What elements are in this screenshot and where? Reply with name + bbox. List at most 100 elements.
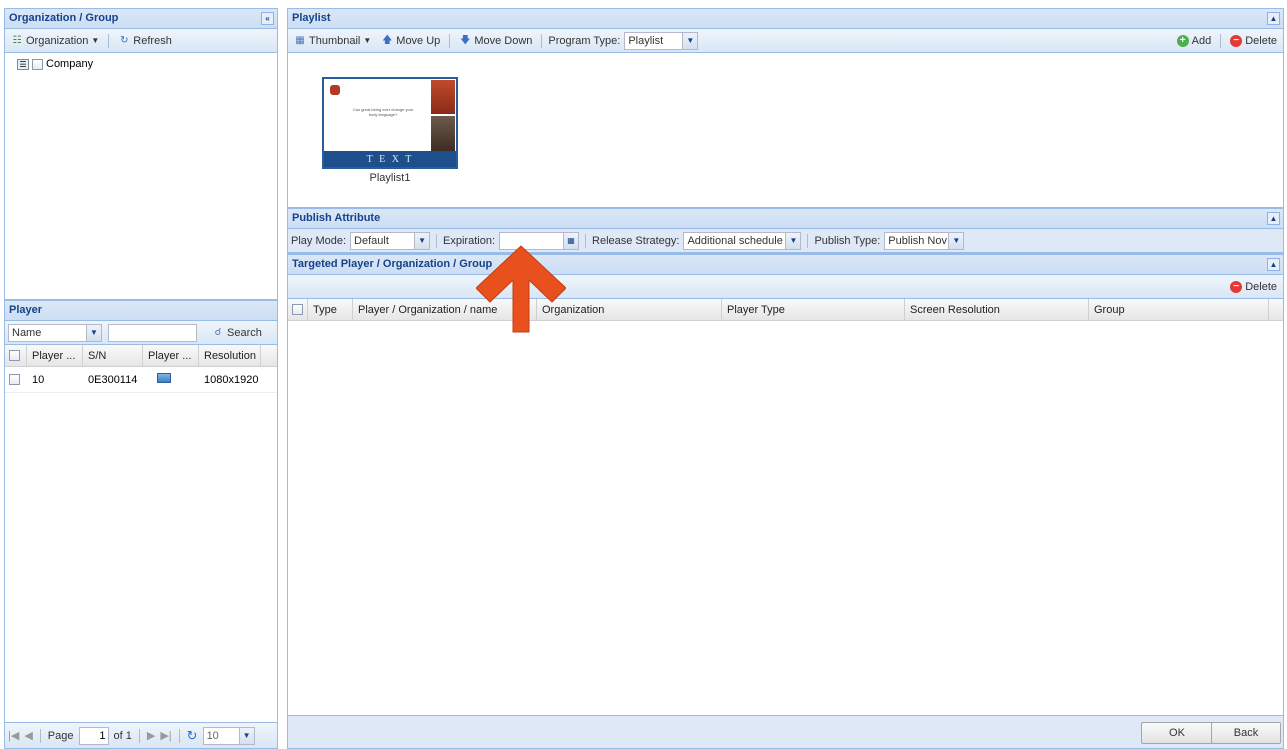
column-sn[interactable]: S/N	[83, 345, 143, 366]
publish-attribute-header: Publish Attribute ▲	[288, 209, 1283, 229]
column-type[interactable]: Type	[308, 299, 353, 320]
row-checkbox[interactable]	[9, 374, 20, 386]
publish-attribute-panel: Publish Attribute ▲ Play Mode: Default ▼…	[287, 208, 1284, 254]
column-player-type[interactable]: Player ...	[143, 345, 199, 366]
collapse-icon[interactable]: ▲	[1267, 12, 1280, 25]
publish-attribute-bar: Play Mode: Default ▼ Expiration: ▦ Relea…	[288, 229, 1283, 253]
prev-page-icon[interactable]: ◀	[24, 729, 32, 742]
column-screen-resolution[interactable]: Screen Resolution	[905, 299, 1089, 320]
column-player[interactable]: Player ...	[27, 345, 83, 366]
playlist-thumbnail-item[interactable]: Can great being ever change your body la…	[322, 77, 458, 184]
page-number-input[interactable]	[78, 726, 109, 745]
tree-node-label: Company	[46, 58, 94, 70]
next-page-icon[interactable]: ▶	[147, 729, 155, 742]
column-player-type[interactable]: Player Type	[722, 299, 905, 320]
organization-group-title: Organization / Group	[9, 12, 119, 24]
table-row[interactable]: 10 0E300114 1080x1920	[5, 367, 277, 393]
targeted-player-title: Targeted Player / Organization / Group	[292, 258, 493, 270]
toolbar-separator	[108, 33, 110, 48]
player-panel: Player Name ▼ ☌ Search Player ... S/N Pl…	[4, 300, 278, 749]
release-strategy-select[interactable]: Additional schedule ▼	[683, 231, 802, 250]
collapse-icon[interactable]: «	[261, 12, 274, 25]
arrow-down-icon: 🡇	[460, 34, 471, 46]
move-up-button[interactable]: 🡅 Move Up	[378, 34, 443, 48]
thumbnail-banner-text: T E X T	[366, 153, 414, 165]
thumbnail-caption: Can great being ever change your body la…	[352, 107, 414, 117]
targeted-player-panel: Targeted Player / Organization / Group ▲…	[287, 254, 1284, 716]
arrow-up-icon: 🡅	[382, 34, 393, 46]
targeted-player-header: Targeted Player / Organization / Group ▲	[288, 255, 1283, 275]
page-count: of 1	[113, 729, 132, 742]
player-search-button[interactable]: ☌ Search	[209, 326, 265, 340]
playlist-thumbnail-image: Can great being ever change your body la…	[322, 77, 458, 169]
cell-sn: 0E300114	[88, 373, 138, 386]
thumbnail-photo-top	[431, 80, 455, 114]
tree-expand-icon[interactable]: ☰	[17, 58, 29, 70]
select-all-checkbox[interactable]	[292, 304, 303, 315]
cell-player: 10	[32, 373, 45, 386]
target-delete-button[interactable]: − Delete	[1227, 280, 1280, 294]
select-all-checkbox[interactable]	[9, 350, 20, 361]
chevron-down-icon: ▼	[682, 32, 698, 49]
player-header: Player	[5, 301, 277, 321]
tree-node-company[interactable]: ☰ Company	[17, 58, 265, 70]
first-page-icon[interactable]: |◀	[8, 729, 19, 742]
select-all-column[interactable]	[5, 345, 27, 366]
publish-type-label: Publish Type:	[814, 234, 881, 247]
play-mode-label: Play Mode:	[291, 234, 347, 247]
thumbnail-view-button[interactable]: ▦ Thumbnail ▼	[291, 34, 374, 48]
play-mode-select[interactable]: Default ▼	[350, 231, 431, 250]
thumbnail-photo-bottom	[431, 116, 455, 152]
player-pager: |◀ ◀ Page of 1 ▶ ▶| ↻ 10 ▼	[5, 722, 277, 748]
player-grid-header: Player ... S/N Player ... Resolution	[5, 345, 277, 367]
cell-resolution: 1080x1920	[204, 373, 259, 386]
thumbnail-photo-small	[330, 85, 340, 95]
delete-icon: −	[1230, 280, 1243, 293]
release-strategy-label: Release Strategy:	[592, 234, 680, 247]
targeted-player-toolbar: − Delete	[288, 275, 1283, 299]
chevron-down-icon: ▼	[363, 36, 372, 45]
program-type-label: Program Type:	[548, 34, 621, 47]
playlist-panel: Playlist ▲ ▦ Thumbnail ▼ 🡅 Move Up 🡇 Mov…	[287, 8, 1284, 208]
playlist-toolbar: ▦ Thumbnail ▼ 🡅 Move Up 🡇 Move Down Prog…	[288, 29, 1283, 53]
refresh-icon: ↻	[120, 34, 129, 46]
playlist-header: Playlist ▲	[288, 9, 1283, 29]
organization-menu-button[interactable]: ☷ Organization ▼	[8, 34, 102, 48]
targeted-player-grid-header: Type Player / Organization / name Organi…	[288, 299, 1283, 321]
add-icon: +	[1176, 34, 1189, 47]
refresh-icon[interactable]: ↻	[187, 728, 198, 744]
delete-icon: −	[1230, 34, 1243, 47]
refresh-button[interactable]: ↻ Refresh	[115, 34, 175, 48]
organization-group-panel: Organization / Group « ☷ Organization ▼ …	[4, 8, 278, 300]
chevron-down-icon: ▼	[238, 727, 254, 744]
column-resolution[interactable]: Resolution	[199, 345, 261, 366]
chevron-down-icon: ▼	[91, 36, 100, 45]
organization-toolbar: ☷ Organization ▼ ↻ Refresh	[5, 29, 277, 53]
player-title: Player	[9, 304, 43, 316]
player-filter-bar: Name ▼ ☌ Search	[5, 321, 277, 345]
add-button[interactable]: + Add	[1174, 34, 1215, 48]
publish-type-select[interactable]: Publish Nov ▼	[884, 231, 965, 250]
arrow-up-icon	[476, 245, 566, 333]
publish-attribute-title: Publish Attribute	[292, 212, 381, 224]
program-type-select[interactable]: Playlist ▼	[624, 31, 699, 50]
footer-bar: OK Back	[287, 716, 1284, 749]
collapse-icon[interactable]: ▲	[1267, 258, 1280, 271]
chevron-down-icon: ▼	[414, 232, 430, 249]
search-icon: ☌	[214, 326, 222, 338]
collapse-icon[interactable]: ▲	[1267, 212, 1280, 225]
chevron-down-icon: ▼	[785, 232, 801, 249]
grid-icon: ▦	[295, 34, 305, 46]
ok-button[interactable]: OK	[1141, 722, 1213, 744]
back-button[interactable]: Back	[1211, 722, 1281, 744]
chevron-down-icon: ▼	[86, 324, 101, 341]
column-group[interactable]: Group	[1089, 299, 1269, 320]
playlist-item-name: Playlist1	[369, 172, 411, 184]
move-down-button[interactable]: 🡇 Move Down	[456, 34, 535, 48]
delete-button[interactable]: − Delete	[1227, 34, 1280, 48]
player-filter-field-select[interactable]: Name ▼	[8, 323, 102, 342]
tree-node-checkbox[interactable]	[32, 58, 43, 70]
page-size-select[interactable]: 10 ▼	[202, 726, 255, 745]
player-search-input[interactable]	[108, 323, 197, 342]
last-page-icon[interactable]: ▶|	[160, 729, 171, 742]
